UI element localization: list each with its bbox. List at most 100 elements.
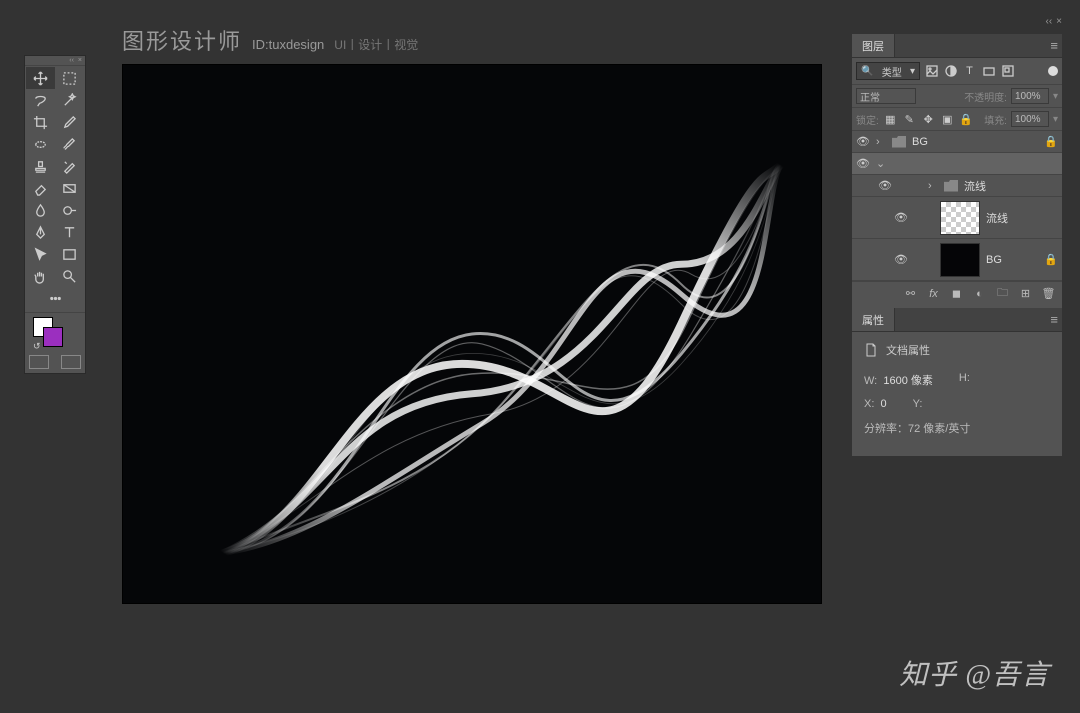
magic-wand-tool[interactable] [55,89,84,111]
layers-menu-icon[interactable]: ≡ [1050,38,1058,53]
toolbox-close-icon[interactable]: × [78,57,82,64]
background-swatch[interactable] [43,327,63,347]
x-field: X: 0 [864,398,887,410]
layer-name[interactable]: 流线 [986,210,1058,226]
lock-pixels-icon[interactable]: ▦ [883,112,898,127]
visibility-icon[interactable]: 👁 [856,157,870,170]
expand-icon[interactable]: › [928,180,938,192]
toolbox: ‹‹ × ↺ [24,55,86,374]
lock-brush-icon[interactable]: ✎ [902,112,917,127]
lasso-tool[interactable] [26,89,55,111]
resolution-field: 分辨率：72 像素/英寸 [864,420,970,436]
type-tool[interactable] [55,221,84,243]
add-mask-icon[interactable]: ◼ [949,286,964,301]
delete-layer-icon[interactable]: 🗑 [1041,286,1056,301]
crop-tool[interactable] [26,111,55,133]
new-layer-icon[interactable]: ⊞ [1018,286,1033,301]
tool-grid [25,66,85,310]
lock-all-icon[interactable]: 🔒 [959,112,974,127]
swap-colors-icon[interactable]: ↺ [33,341,41,352]
move-tool[interactable] [26,67,55,89]
opacity-label: 不透明度: [964,89,1007,104]
panel-collapse-icon[interactable]: ‹‹ [1045,16,1052,27]
filter-shape-icon[interactable] [981,64,996,79]
collapse-icon[interactable]: ⌄ [876,157,886,170]
stamp-tool[interactable] [26,155,55,177]
toolbox-header: ‹‹ × [25,56,85,66]
blur-tool[interactable] [26,199,55,221]
layer-name[interactable]: BG [986,254,1038,266]
visibility-icon[interactable]: 👁 [894,253,908,266]
layer-thumbnail[interactable] [940,243,980,277]
document-properties-header: 文档属性 [864,342,1050,358]
path-select-tool[interactable] [26,243,55,265]
panel-close-icon[interactable]: × [1056,16,1062,27]
filter-type-icon[interactable]: T [962,64,977,79]
doc-properties-title: 文档属性 [886,342,930,358]
link-layers-icon[interactable]: ⚯ [903,286,918,301]
lock-label: 锁定: [856,112,879,127]
layer-row[interactable]: 👁 › 流线 [852,175,1062,197]
expand-icon[interactable]: › [876,136,886,148]
watermark: 知乎 @吾言 [899,653,1050,693]
lock-position-icon[interactable]: ✥ [921,112,936,127]
visibility-icon[interactable]: 👁 [894,211,908,224]
filter-toggle[interactable] [1048,66,1058,76]
properties-tab[interactable]: 属性 [852,308,895,331]
layer-name[interactable]: 流线 [964,178,1058,194]
screenmode-icon[interactable] [61,355,81,369]
fill-dropdown-icon[interactable]: ▾ [1053,114,1058,125]
rectangle-tool[interactable] [55,243,84,265]
color-swatches[interactable]: ↺ [33,317,85,351]
history-brush-tool[interactable] [55,155,84,177]
layer-filter-select[interactable]: 🔍类型▾ [856,62,920,80]
dodge-tool[interactable] [55,199,84,221]
blend-select[interactable]: 正常 [856,88,916,104]
properties-menu-icon[interactable]: ≡ [1050,312,1058,327]
title-tags: UI丨设计丨视觉 [334,36,418,53]
pen-tool[interactable] [26,221,55,243]
title-id: ID:tuxdesign [252,37,324,52]
filter-adjust-icon[interactable] [943,64,958,79]
adjustment-icon[interactable]: ◐ [972,286,987,301]
layer-name[interactable]: BG [912,136,1038,148]
lock-icon[interactable]: 🔒 [1044,253,1058,266]
visibility-icon[interactable]: 👁 [856,135,870,148]
lock-icon[interactable]: 🔒 [1044,135,1058,148]
eyedropper-tool[interactable] [55,111,84,133]
new-group-icon[interactable]: 🗀 [995,286,1010,301]
opacity-dropdown-icon[interactable]: ▾ [1053,91,1058,102]
layer-thumbnail[interactable] [940,201,980,235]
hand-tool[interactable] [26,265,55,287]
canvas[interactable] [122,64,822,604]
properties-panel: 属性 ≡ 文档属性 W: 1600 像素 H: X: 0 Y: 分辨率：72 像… [852,308,1062,456]
toolbox-collapse-icon[interactable]: ‹‹ [69,57,74,64]
eraser-tool[interactable] [26,177,55,199]
lock-artboard-icon[interactable]: ▣ [940,112,955,127]
blend-row: 正常 不透明度: 100% ▾ [852,85,1062,108]
brush-tool[interactable] [55,133,84,155]
filter-smart-icon[interactable] [1000,64,1015,79]
folder-icon [944,180,958,192]
layer-row[interactable]: 👁 流线 [852,197,1062,239]
layer-row[interactable]: 👁 BG 🔒 [852,239,1062,281]
layer-footer: ⚯ fx ◼ ◐ 🗀 ⊞ 🗑 [852,281,1062,305]
marquee-tool[interactable] [55,67,84,89]
layer-row[interactable]: 👁 › BG 🔒 [852,131,1062,153]
zoom-tool[interactable] [55,265,84,287]
visibility-icon[interactable]: 👁 [878,179,892,192]
edit-toolbar[interactable] [26,287,84,309]
gradient-tool[interactable] [55,177,84,199]
layer-fx-icon[interactable]: fx [926,286,941,301]
layers-tab[interactable]: 图层 [852,34,895,57]
fill-label: 填充: [984,112,1007,127]
fill-input[interactable]: 100% [1011,111,1049,127]
layer-list: 👁 › BG 🔒 👁 ⌄ 👁 › 流线 👁 流线 👁 [852,131,1062,281]
layers-panel-tab: 图层 ≡ [852,34,1062,58]
quickmask-icon[interactable] [29,355,49,369]
filter-image-icon[interactable] [924,64,939,79]
opacity-input[interactable]: 100% [1011,88,1049,104]
layer-row[interactable]: 👁 ⌄ [852,153,1062,175]
patch-tool[interactable] [26,133,55,155]
height-field: H: [959,372,970,388]
